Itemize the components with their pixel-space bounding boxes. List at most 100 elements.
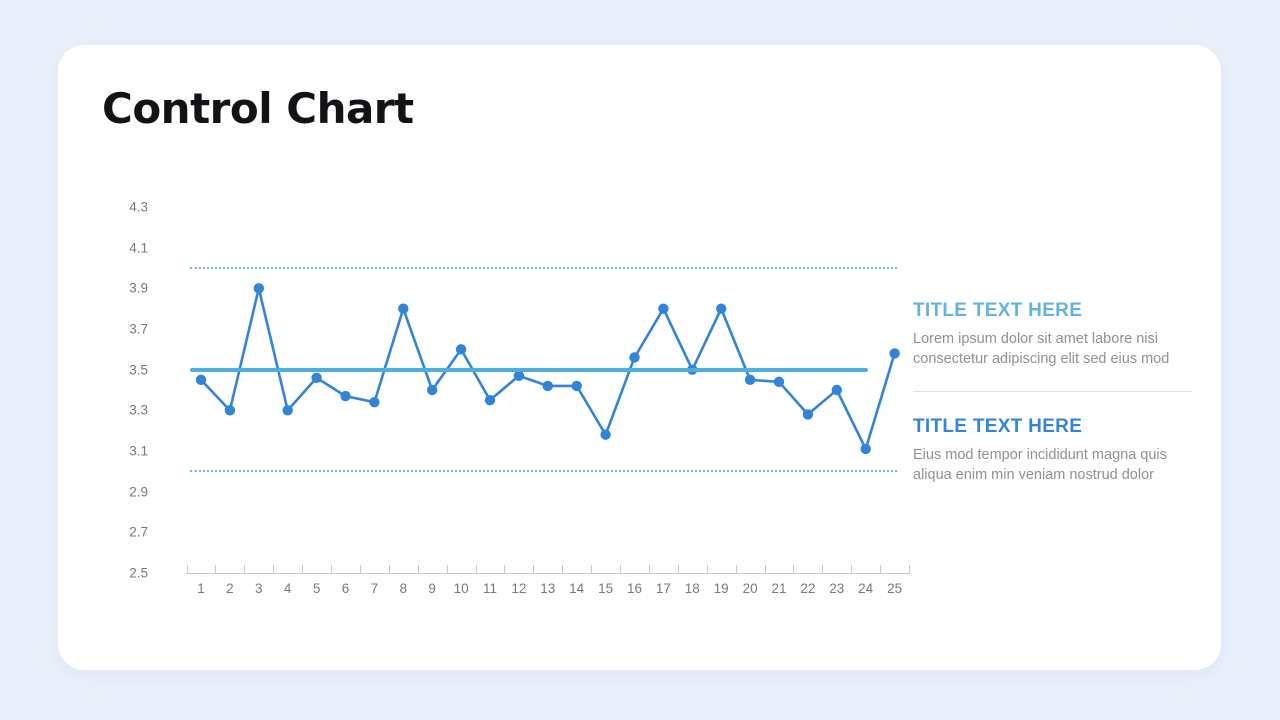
side-panel: TITLE TEXT HERE Lorem ipsum dolor sit ame… [913,300,1193,485]
data-point[interactable] [860,443,871,455]
y-tick-label: 3.5 [129,362,148,378]
x-tick [880,565,882,573]
data-point[interactable] [369,397,380,408]
x-tick [302,565,304,573]
x-tick [620,565,621,573]
data-point[interactable] [629,352,640,363]
x-axis-line [186,573,910,574]
x-tick-label: 21 [771,581,787,596]
x-tick [706,565,708,573]
side-panel-block: TITLE TEXT HERE Lorem ipsum dolor sit ame… [913,300,1193,369]
x-tick [648,565,650,573]
y-tick-label: 2.5 [129,565,148,581]
x-tick-label: 22 [800,581,816,596]
data-point[interactable] [455,344,467,355]
x-tick [504,565,506,573]
x-tick [388,565,390,573]
data-point[interactable] [658,303,669,314]
data-point[interactable] [282,405,293,416]
data-point[interactable] [542,380,553,392]
series-line [195,283,900,455]
x-tick-label: 1 [197,581,205,596]
y-axis-labels: 4.3 4.1 3.9 3.7 3.5 3.3 3.1 2.9 2.7 2.5 [100,190,148,605]
x-tick-label: 23 [829,581,845,596]
x-tick [562,565,564,573]
x-tick [446,565,448,573]
y-tick-label: 4.1 [129,240,148,256]
y-tick-label: 2.9 [129,484,148,500]
data-point[interactable] [253,283,264,294]
x-tick-label: 25 [887,581,903,596]
page-title: Control Chart [102,84,414,133]
y-tick-label: 3.9 [129,280,148,296]
data-point[interactable] [513,370,525,381]
x-tick [591,565,593,573]
x-tick [793,565,795,573]
x-tick-label: 6 [341,581,350,596]
x-tick-label: 14 [569,581,585,596]
x-tick-label: 2 [226,581,234,596]
x-tick-label: 16 [626,581,643,596]
side-panel-block-title: TITLE TEXT HERE [913,416,1083,437]
x-tick [851,565,853,573]
data-point[interactable] [571,380,582,392]
data-point[interactable] [484,394,496,406]
x-tick [475,565,477,573]
x-tick [273,565,275,573]
control-chart: 4.3 4.1 3.9 3.7 3.5 3.3 3.1 2.9 2.7 2.5 123456789… [100,190,911,605]
side-panel-block: TITLE TEXT HERE Eius mod tempor incididun… [913,416,1193,485]
y-tick-label: 4.3 [129,199,148,215]
data-point[interactable] [716,303,727,314]
x-tick-label: 17 [655,581,671,596]
side-panel-block-body: Lorem ipsum dolor sit amet labore nisi c… [913,331,1170,367]
x-tick-label: 8 [399,581,408,596]
x-tick-label: 13 [540,581,556,596]
data-point[interactable] [744,374,756,386]
x-tick-label: 5 [312,581,321,596]
x-tick [244,565,246,573]
data-point[interactable] [224,405,236,416]
x-tick [822,565,824,573]
data-point[interactable] [311,372,322,383]
x-tick [909,565,911,573]
x-tick [417,565,419,573]
x-tick-label: 15 [598,581,614,596]
slide-canvas: Control Chart 4.3 4.1 3.9 3.7 3.5 3.3 3.1 2.9 2.… [0,0,1280,720]
center-line [190,367,868,372]
x-tick [331,565,332,573]
data-point[interactable] [398,303,409,314]
x-tick-label: 10 [453,581,469,596]
y-tick-label: 3.7 [129,321,148,337]
upper-control-limit [190,267,897,269]
x-tick [735,565,737,573]
y-tick-label: 3.1 [129,443,148,459]
y-tick-label: 2.7 [129,524,148,540]
x-tick [533,565,535,573]
x-tick [215,565,217,573]
data-point[interactable] [831,384,842,396]
plot-area: 1 2 3 4 5 6 7 8 9 10 11 12 13 14 15 16 17 18 19 20 21 22 23 24 2… [150,190,911,605]
data-point[interactable] [773,376,785,388]
x-tick-label: 11 [482,581,498,596]
x-tick-label: 7 [370,581,379,596]
data-point[interactable] [340,390,351,402]
side-panel-block-body: Eius mod tempor incididunt magna quis al… [913,447,1167,483]
x-tick-label: 20 [742,581,758,596]
data-point[interactable] [427,384,438,396]
x-tick [186,565,188,573]
x-tick-label: 3 [255,581,263,596]
side-panel-divider [913,391,1192,392]
x-tick-label: 4 [283,581,292,596]
data-point[interactable] [889,348,900,359]
x-tick-label: 18 [684,581,700,596]
lower-control-limit [190,470,897,473]
x-tick [359,565,361,573]
data-point[interactable] [195,374,207,386]
x-tick-label: 24 [858,581,874,596]
data-point[interactable] [802,409,814,420]
data-point[interactable] [600,429,611,440]
x-tick-label: 19 [713,581,729,596]
y-tick-label: 3.3 [129,402,148,418]
x-tick [764,565,766,573]
x-tick [677,565,679,573]
